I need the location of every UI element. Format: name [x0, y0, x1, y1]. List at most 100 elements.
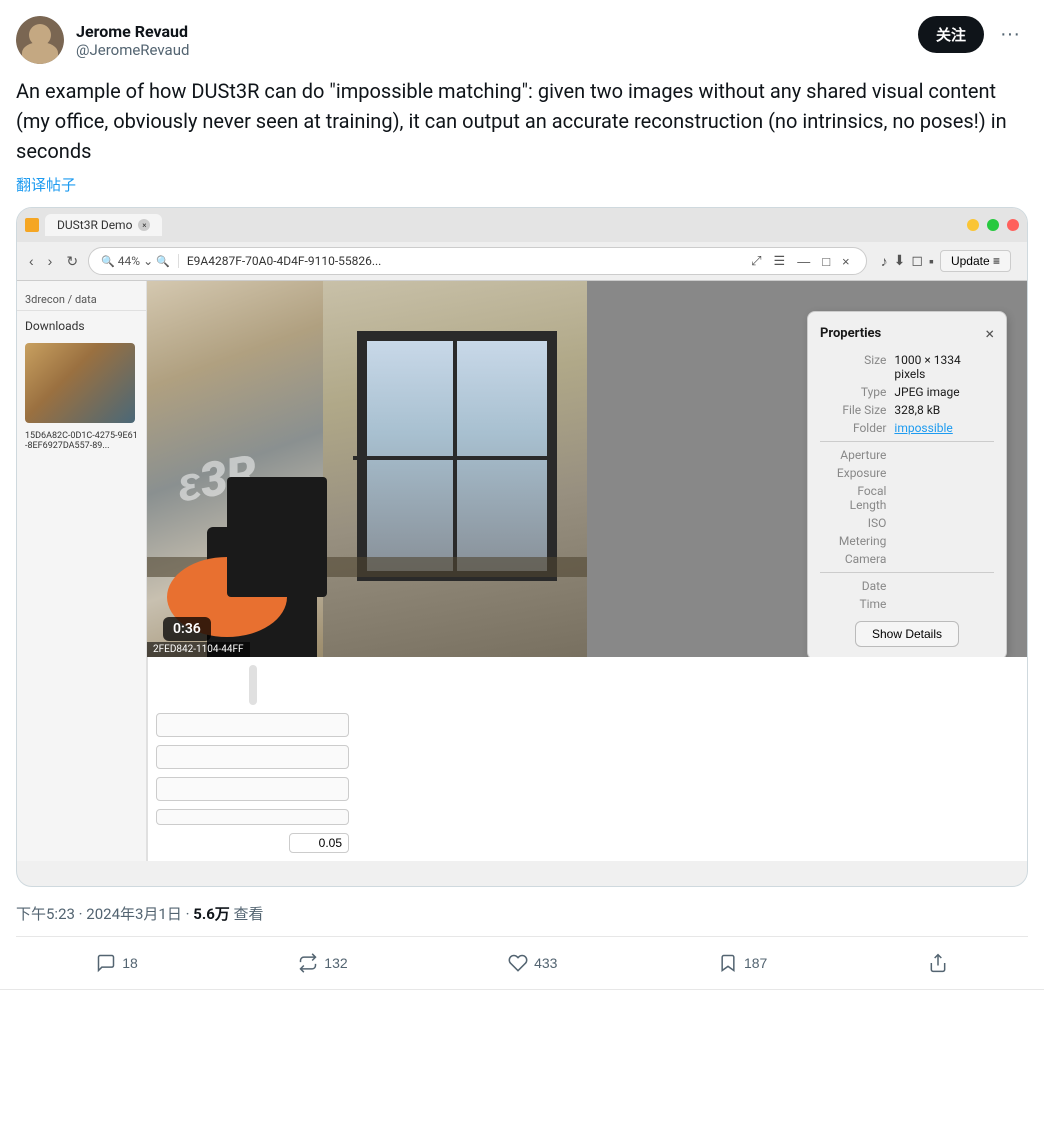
user-name[interactable]: Jerome Revaud: [76, 22, 189, 41]
expand-icon[interactable]: ⤢: [747, 251, 765, 271]
scroll-indicator: [249, 665, 257, 705]
user-handle[interactable]: @JeromeRevaud: [76, 41, 189, 59]
close-button[interactable]: [1007, 219, 1019, 231]
forward-button[interactable]: ›: [44, 251, 57, 271]
props-close-button[interactable]: ×: [985, 324, 994, 343]
props-iso-row: ISO: [820, 516, 994, 530]
sidebar-icon[interactable]: ▪: [929, 253, 934, 270]
props-exposure-label: Exposure: [820, 466, 886, 480]
retweet-icon: [298, 953, 318, 973]
comment-icon: [96, 953, 116, 973]
props-focal-label: Focal Length: [820, 484, 886, 512]
zoom-out-icon[interactable]: 🔍: [101, 255, 115, 268]
browser-nav-left: DUSt3R Demo ×: [25, 214, 162, 236]
avatar[interactable]: [16, 16, 64, 64]
zoom-level: 44%: [118, 254, 140, 268]
like-button[interactable]: 433: [500, 949, 565, 977]
props-type-value: JPEG image: [886, 385, 994, 399]
zoom-dropdown-icon[interactable]: ⌄: [143, 254, 153, 268]
props-filesize-row: File Size 328,8 kB: [820, 403, 994, 417]
props-date-label: Date: [820, 579, 886, 593]
right-input-1[interactable]: [156, 713, 349, 737]
browser-main: ɛ3R 0:36 2FED842-1104-44FF Properties × …: [147, 281, 1027, 861]
props-camera-row: Camera: [820, 552, 994, 566]
url-text: E9A4287F-70A0-4D4F-9110-55826...: [187, 254, 739, 268]
tweet-views[interactable]: 5.6万: [193, 905, 230, 923]
address-bar[interactable]: 🔍 44% ⌄ 🔍 E9A4287F-70A0-4D4F-9110-55826.…: [88, 247, 867, 275]
translate-link[interactable]: 翻译帖子: [16, 174, 1028, 195]
props-focal-row: Focal Length: [820, 484, 994, 512]
tweet-timestamp: 下午5:23 · 2024年3月1日 ·: [16, 905, 193, 923]
props-iso-value: [886, 516, 994, 530]
right-input-3[interactable]: [156, 777, 349, 801]
sidebar-thumbnail[interactable]: [25, 343, 135, 423]
share-button[interactable]: [920, 949, 956, 977]
bookmark-count: 187: [744, 955, 767, 971]
like-count: 433: [534, 955, 557, 971]
addr-close-icon[interactable]: ×: [838, 251, 854, 271]
follow-button[interactable]: 关注: [918, 16, 984, 53]
share-icon: [928, 953, 948, 973]
browser-right-toolbar: ♪ ⬇ ◻ ▪ Update ≡: [873, 246, 1019, 276]
props-date-value: [886, 579, 994, 593]
browser-tab[interactable]: DUSt3R Demo ×: [45, 214, 162, 236]
refresh-button[interactable]: ↻: [62, 251, 82, 272]
props-size-value: 1000 × 1334 pixels: [886, 353, 994, 381]
right-input-area: [156, 713, 349, 853]
address-actions: ⤢ ☰ — □ ×: [747, 251, 854, 271]
right-input-4[interactable]: [156, 809, 349, 825]
show-details-button[interactable]: Show Details: [855, 621, 959, 647]
timer-badge: 0:36: [163, 617, 211, 641]
filename-bottom: 2FED842-1104-44FF: [147, 642, 250, 657]
tweet-text: An example of how DUSt3R can do "impossi…: [16, 76, 1028, 166]
props-size-row: Size 1000 × 1334 pixels: [820, 353, 994, 381]
main-image-area[interactable]: ɛ3R 0:36 2FED842-1104-44FF Properties × …: [147, 281, 1027, 657]
tweet-header-right: 关注 ···: [918, 16, 1028, 53]
window-icon[interactable]: □: [818, 251, 834, 271]
tweet-header-left: Jerome Revaud @JeromeRevaud: [16, 16, 189, 64]
right-value-row: [156, 833, 349, 853]
zoom-in-icon[interactable]: 🔍: [156, 255, 170, 268]
browser-title-area: DUSt3R Demo ×: [25, 214, 162, 236]
props-exposure-row: Exposure: [820, 466, 994, 480]
maximize-button[interactable]: [987, 219, 999, 231]
media-container[interactable]: DUSt3R Demo × ‹ › ↻ 🔍: [16, 207, 1028, 887]
right-input-2[interactable]: [156, 745, 349, 769]
sidebar-breadcrumb[interactable]: 3drecon / data: [17, 289, 146, 311]
right-number-input[interactable]: [289, 833, 349, 853]
properties-panel: Properties × Size 1000 × 1334 pixels Typ…: [807, 311, 1007, 657]
retweet-button[interactable]: 132: [290, 949, 355, 977]
like-icon: [508, 953, 528, 973]
props-type-label: Type: [820, 385, 886, 399]
back-button[interactable]: ‹: [25, 251, 38, 271]
right-panel: [147, 657, 357, 861]
minimize-button[interactable]: [967, 219, 979, 231]
zoom-controls: 🔍 44% ⌄ 🔍: [101, 254, 179, 268]
tab-icon[interactable]: ◻: [911, 253, 923, 269]
props-folder-value[interactable]: impossible: [886, 421, 994, 435]
comment-button[interactable]: 18: [88, 949, 146, 977]
split-icon[interactable]: ☰: [770, 251, 790, 271]
sidebar-downloads[interactable]: Downloads: [17, 315, 146, 337]
tweet-actions: 18 132 433: [16, 936, 1028, 989]
props-type-row: Type JPEG image: [820, 385, 994, 399]
props-camera-label: Camera: [820, 552, 886, 566]
props-date-row: Date: [820, 579, 994, 593]
download-icon[interactable]: ⬇: [894, 253, 906, 269]
props-header: Properties ×: [820, 324, 994, 343]
music-icon[interactable]: ♪: [881, 253, 888, 270]
tweet-footer-meta: 下午5:23 · 2024年3月1日 · 5.6万 查看: [16, 899, 1028, 924]
props-focal-value: [886, 484, 994, 512]
more-options-button[interactable]: ···: [992, 19, 1028, 50]
props-metering-row: Metering: [820, 534, 994, 548]
props-divider-2: [820, 572, 994, 573]
retweet-count: 132: [324, 955, 347, 971]
minimize-icon[interactable]: —: [793, 251, 814, 271]
update-button[interactable]: Update ≡: [940, 250, 1011, 272]
tab-label: DUSt3R Demo: [57, 218, 132, 232]
watermark-text: ɛ3R: [173, 444, 262, 514]
browser-sidebar: 3drecon / data Downloads 15D6A82C-0D1C-4…: [17, 281, 147, 861]
bookmark-button[interactable]: 187: [710, 949, 775, 977]
tab-close-icon[interactable]: ×: [138, 219, 150, 231]
browser-content: 3drecon / data Downloads 15D6A82C-0D1C-4…: [17, 281, 1027, 861]
